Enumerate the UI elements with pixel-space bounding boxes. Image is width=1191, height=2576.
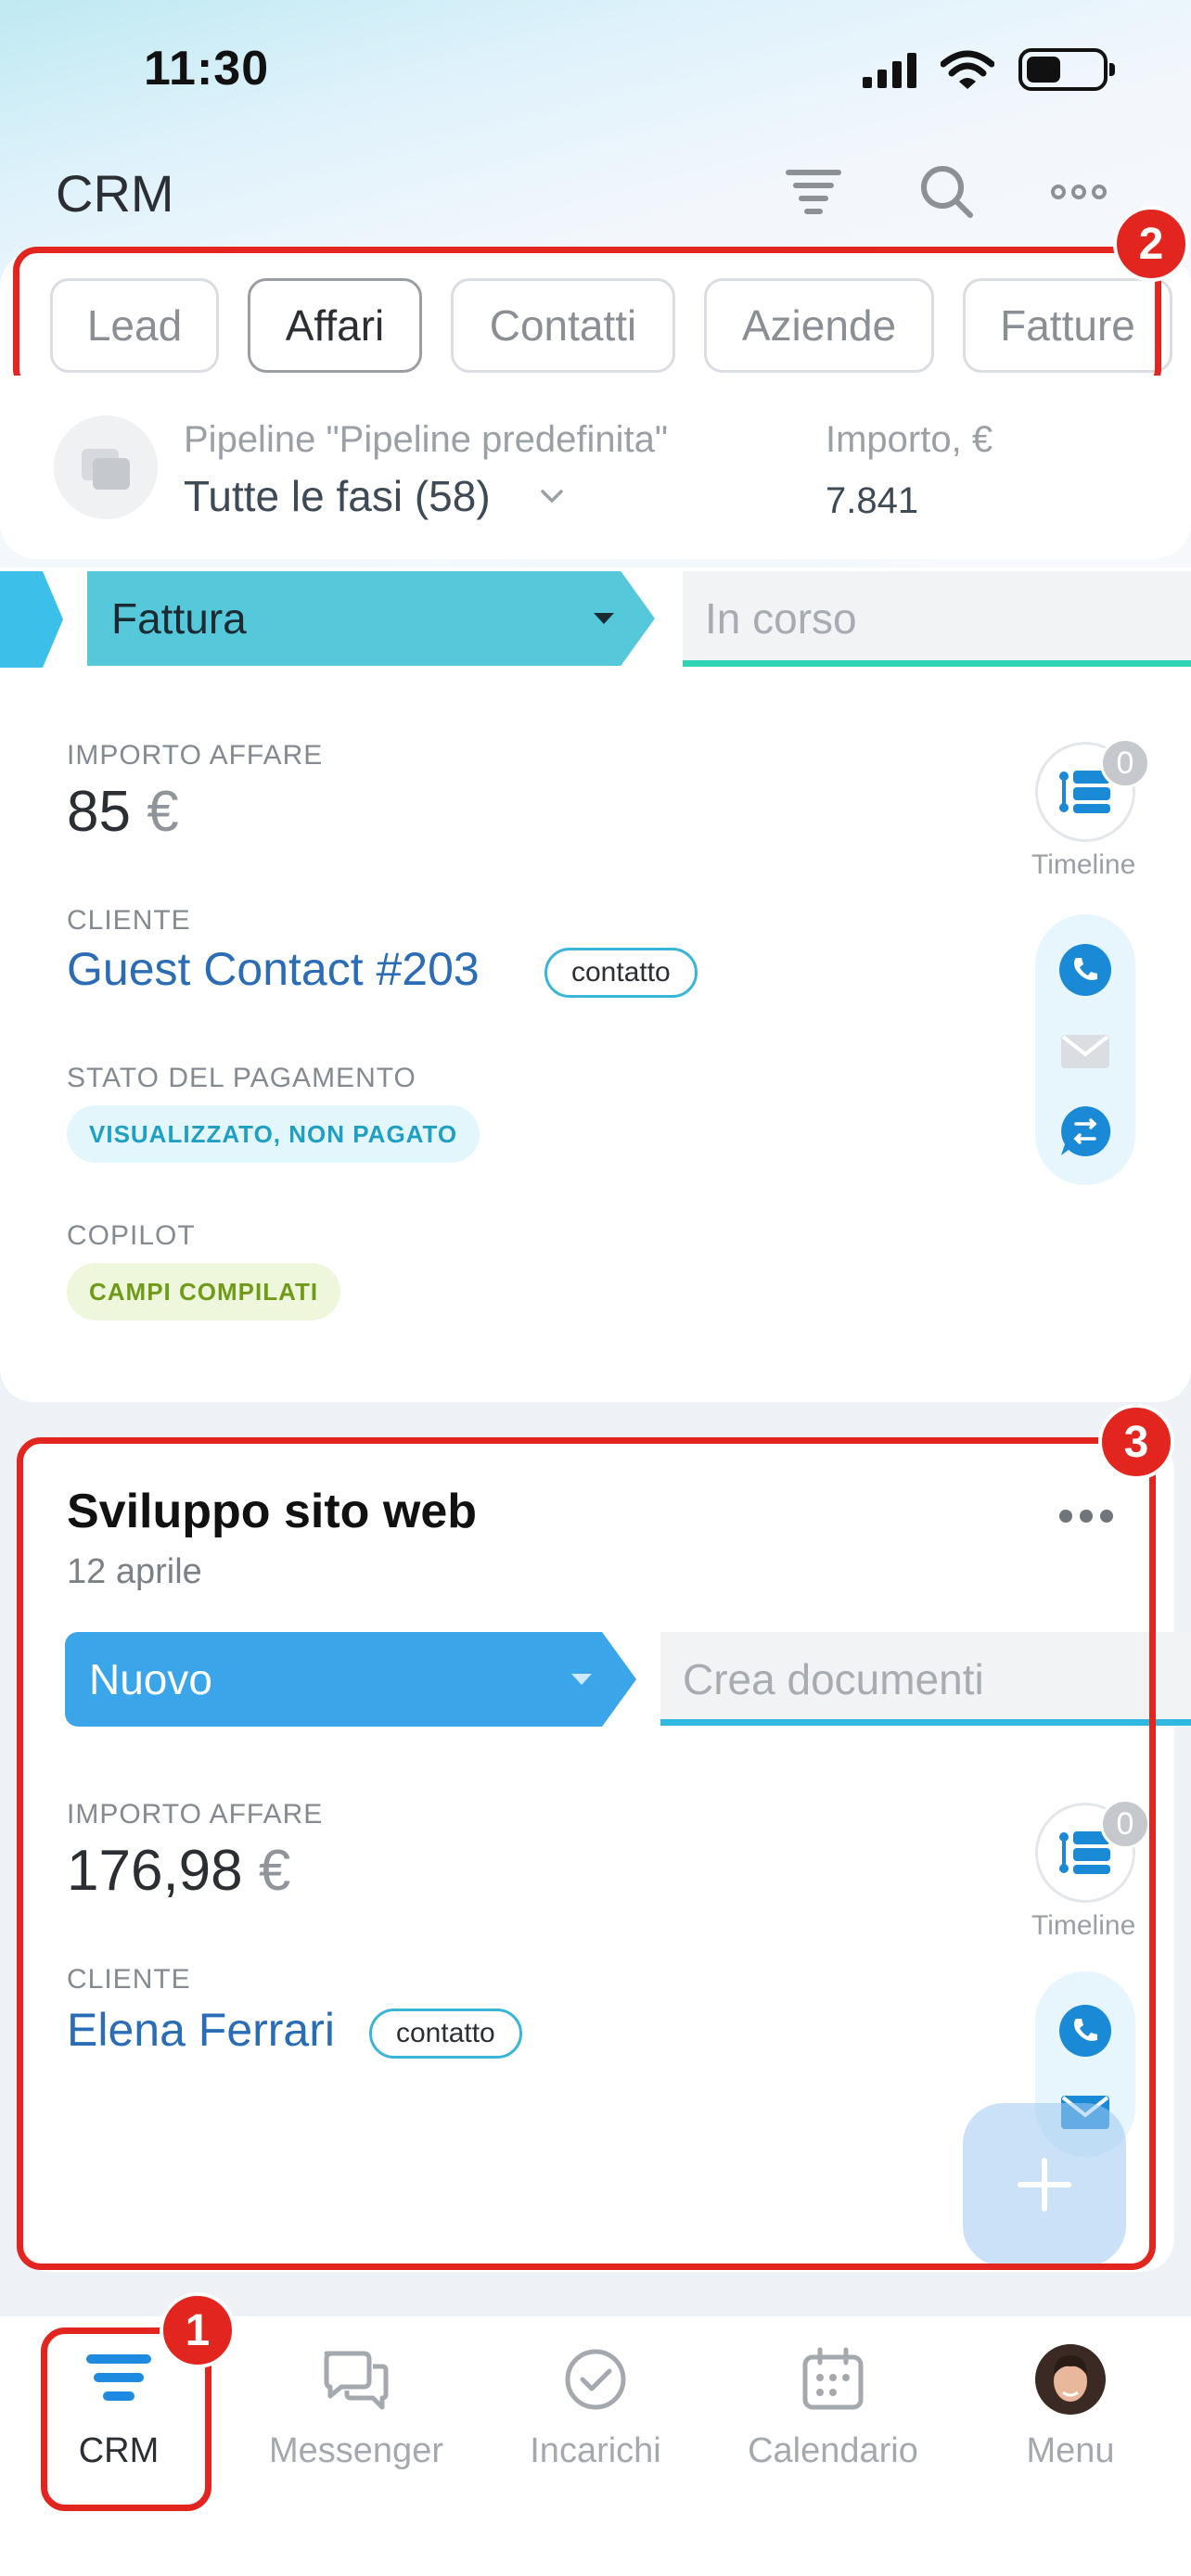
nav-item-menu[interactable]: Menu [959, 2337, 1182, 2504]
status-icons [863, 48, 1115, 91]
battery-icon [1018, 48, 1115, 91]
calendar-icon [802, 2347, 864, 2410]
wifi-icon [941, 50, 994, 89]
deal-amount: 85 € [67, 780, 179, 844]
amount-total: 7.841 [826, 480, 919, 521]
pipeline-label: Pipeline "Pipeline predefinita" [184, 419, 669, 460]
email-icon[interactable] [1057, 1024, 1113, 1079]
status-time: 11:30 [144, 42, 270, 96]
timeline-count-badge: 0 [1100, 738, 1150, 788]
copilot-status-badge: CAMPI COMPILATI [67, 1263, 341, 1320]
filter-icon[interactable] [781, 159, 846, 224]
nav-item-calendario[interactable]: Calendario [722, 2337, 944, 2504]
annotation-badge-1: 1 [160, 2292, 236, 2368]
next-stage[interactable]: In corso [683, 571, 1191, 666]
signal-icon [863, 51, 916, 88]
client-label: CLIENTE [67, 905, 191, 936]
nav-label: Incarichi [530, 2431, 661, 2470]
client-link[interactable]: Guest Contact #203 [67, 942, 480, 996]
search-icon[interactable] [915, 159, 980, 224]
caret-down-icon [594, 613, 614, 624]
amount-label: Importo, € [826, 419, 993, 460]
copilot-label: COPILOT [67, 1220, 196, 1251]
nav-label: Menu [1026, 2431, 1115, 2470]
nav-item-incarichi[interactable]: Incarichi [484, 2337, 707, 2504]
timeline-label: Timeline [1031, 849, 1136, 880]
more-icon[interactable] [1046, 159, 1111, 224]
annotation-badge-2: 2 [1113, 206, 1189, 282]
page-title: CRM [56, 164, 174, 223]
phone-icon[interactable] [1057, 942, 1113, 998]
prev-stage-arrow [0, 571, 63, 668]
messenger-icon [324, 2351, 389, 2410]
nav-label: Calendario [748, 2431, 918, 2470]
payment-status-badge: VISUALIZZATO, NON PAGATO [67, 1105, 480, 1163]
pipeline-area [0, 376, 1191, 559]
tasks-icon [565, 2349, 626, 2410]
deal-amount-label: IMPORTO AFFARE [67, 740, 324, 771]
nav-item-messenger[interactable]: Messenger [245, 2337, 467, 2504]
open-line-icon[interactable] [1057, 1103, 1113, 1159]
chevron-down-icon[interactable] [538, 482, 566, 510]
pipeline-stages-selector[interactable]: Tutte le fasi (58) [184, 471, 491, 521]
payment-status-label: STATO DEL PAGAMENTO [67, 1063, 416, 1093]
contact-type-badge: contatto [544, 948, 698, 998]
stage-selector[interactable]: Fattura [87, 571, 655, 666]
nav-label: Messenger [269, 2431, 443, 2470]
highlight-deal-card [17, 1437, 1156, 2270]
next-stage-underline [683, 660, 1191, 667]
annotation-badge-3: 3 [1098, 1404, 1174, 1480]
pipeline-icon [54, 415, 158, 519]
highlight-tabs [13, 247, 1161, 393]
avatar [1035, 2344, 1106, 2415]
